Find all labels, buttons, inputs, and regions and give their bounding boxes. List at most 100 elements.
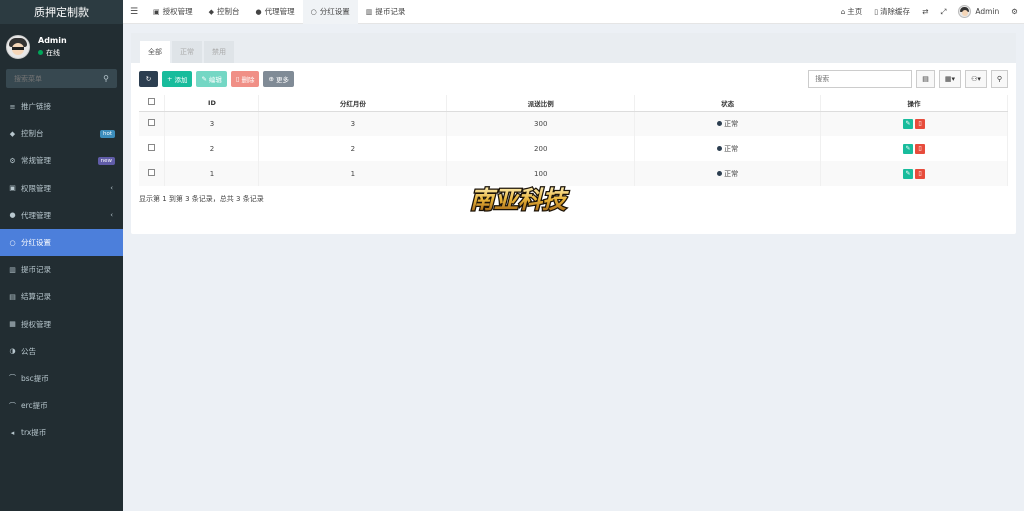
chevron-left-icon: ‹ <box>110 184 113 193</box>
content-panel: 全部 正常 禁用 ↻ +添加 ✎编辑 ▯删除 ⊕更多 ▤ ▦▾ ⚇▾ ⚲ ID … <box>131 33 1016 234</box>
sidebar-item-settlement-records[interactable]: ▤ 结算记录 <box>0 283 123 310</box>
sidebar-item-general-management[interactable]: ⚙ 常规管理 new <box>0 147 123 174</box>
nav-tab-agent[interactable]: ● 代理管理 <box>248 0 303 24</box>
plus-icon: + <box>167 75 173 83</box>
nav-tab-authorization[interactable]: ▣ 授权管理 <box>145 0 201 24</box>
clear-cache-link[interactable]: ▯ 清除缓存 <box>868 6 916 17</box>
sidebar-item-authorization-management[interactable]: ▦ 授权管理 <box>0 311 123 338</box>
export-button[interactable]: ⚇▾ <box>965 70 987 88</box>
settings-gear-icon[interactable]: ⚙ <box>1005 7 1024 16</box>
delete-button[interactable]: ▯ 删除 <box>230 71 260 87</box>
nav-tabs: ▣ 授权管理 ◆ 控制台 ● 代理管理 ○ 分红设置 ▥ 提币记录 <box>145 0 413 24</box>
cell-month: 2 <box>258 136 448 161</box>
agent-icon: ● <box>255 7 262 16</box>
row-checkbox[interactable] <box>148 119 156 127</box>
select-all-checkbox[interactable] <box>148 98 156 106</box>
home-link[interactable]: ⌂ 主页 <box>835 6 868 17</box>
cell-month: 1 <box>258 161 448 186</box>
search-icon: ⚲ <box>996 75 1002 83</box>
admin-menu[interactable]: Admin <box>952 5 1005 18</box>
nav-tab-dashboard[interactable]: ◆ 控制台 <box>201 0 248 24</box>
data-table: ID 分红月份 派送比例 状态 操作 3 3 300 正常 ✎ ▯ 2 2 200… <box>139 95 1008 186</box>
dashboard-icon: ◆ <box>208 7 215 16</box>
trash-icon: ▯ <box>874 7 879 16</box>
toggle-view-button[interactable]: ▤ <box>916 70 935 88</box>
sidebar-item-announcement[interactable]: ◑ 公告 <box>0 338 123 365</box>
col-header-status[interactable]: 状态 <box>634 95 822 112</box>
row-edit-button[interactable]: ✎ <box>903 118 914 129</box>
table-row[interactable]: 3 3 300 正常 ✎ ▯ <box>139 111 1008 136</box>
add-button[interactable]: + 添加 <box>162 71 193 87</box>
col-header-ratio[interactable]: 派送比例 <box>446 95 636 112</box>
withdrawal-records-icon: ▥ <box>9 265 16 274</box>
chevron-left-icon: ‹ <box>110 211 113 220</box>
row-edit-button[interactable]: ✎ <box>903 143 914 154</box>
user-name: Admin <box>38 35 67 45</box>
tab-disabled[interactable]: 禁用 <box>204 41 234 63</box>
tab-all[interactable]: 全部 <box>140 41 170 63</box>
settlement-records-icon: ▤ <box>9 292 16 301</box>
sidebar-item-agent-management[interactable]: ● 代理管理 ‹ <box>0 202 123 229</box>
toolbar: ↻ +添加 ✎编辑 ▯删除 ⊕更多 ▤ ▦▾ ⚇▾ ⚲ <box>131 63 1016 95</box>
table-icon: ▤ <box>922 75 929 83</box>
table-search-input[interactable] <box>808 70 913 88</box>
cell-id: 1 <box>164 161 260 186</box>
columns-button[interactable]: ▦▾ <box>938 70 962 88</box>
avatar <box>6 34 30 59</box>
status-tabs: 全部 正常 禁用 <box>131 33 1016 63</box>
cell-ratio: 200 <box>446 136 636 161</box>
fullscreen-icon[interactable]: ⤢ <box>934 7 952 17</box>
authorization-icon: ▣ <box>153 7 160 16</box>
agent-management-icon: ● <box>9 211 16 220</box>
watermark-logo: 南亚科技 <box>469 184 570 216</box>
col-header-id[interactable]: ID <box>164 95 260 112</box>
tab-normal[interactable]: 正常 <box>172 41 202 63</box>
translate-icon[interactable]: ⇄ <box>916 7 934 16</box>
row-delete-button[interactable]: ▯ <box>915 118 926 129</box>
nav-tab-dividend[interactable]: ○ 分红设置 <box>302 0 358 24</box>
col-header-month[interactable]: 分红月份 <box>258 95 448 112</box>
sidebar-item-label: 授权管理 <box>21 319 51 329</box>
top-nav: ☰ ▣ 授权管理 ◆ 控制台 ● 代理管理 ○ 分红设置 ▥ 提币记录 ⌂ 主页 ▯ 清除缓存 ⇄ ⤢… <box>123 0 1024 24</box>
sidebar-item-label: 控制台 <box>21 129 44 139</box>
dashboard-icon: ◆ <box>9 129 16 138</box>
avatar-small <box>958 5 972 18</box>
menu-badge: hot <box>99 129 115 138</box>
sidebar-search-input[interactable] <box>14 74 94 83</box>
sidebar-item-bsc-withdraw[interactable]: ⌒ bsc提币 <box>0 365 123 392</box>
sidebar-item-trx-withdraw[interactable]: ◂ trx提币 <box>0 419 123 446</box>
sidebar-item-label: 分红设置 <box>21 238 51 248</box>
sidebar-search: ⚲ <box>6 69 117 88</box>
col-header-actions: 操作 <box>820 95 1008 112</box>
sidebar-item-withdrawal-records[interactable]: ▥ 提币记录 <box>0 256 123 283</box>
brand-title: 质押定制款 <box>0 0 123 24</box>
sidebar-item-label: 常规管理 <box>21 156 51 166</box>
sidebar-item-promo-link[interactable]: ≡ 推广链接 <box>0 93 123 120</box>
nav-tab-withdrawal[interactable]: ▥ 提币记录 <box>358 0 414 24</box>
row-checkbox[interactable] <box>148 144 156 151</box>
row-delete-button[interactable]: ▯ <box>915 168 926 179</box>
refresh-icon: ↻ <box>145 75 152 83</box>
status-dot-icon <box>717 121 723 127</box>
sidebar-item-dividend-settings[interactable]: ○ 分红设置 <box>0 228 123 257</box>
sidebar-item-permission-management[interactable]: ▣ 权限管理 ‹ <box>0 175 123 202</box>
svg-text:南亚科技: 南亚科技 <box>470 185 569 214</box>
row-edit-button[interactable]: ✎ <box>903 168 914 179</box>
refresh-button[interactable]: ↻ <box>139 71 158 87</box>
search-icon[interactable]: ⚲ <box>103 74 109 83</box>
more-button[interactable]: ⊕ 更多 <box>263 71 294 87</box>
row-checkbox[interactable] <box>148 169 156 176</box>
table-row[interactable]: 2 2 200 正常 ✎ ▯ <box>139 136 1008 161</box>
sidebar-item-dashboard[interactable]: ◆ 控制台 hot <box>0 120 123 147</box>
more-icon: ⊕ <box>268 75 274 83</box>
sidebar: 质押定制款 Admin 在线 ⚲ ≡ 推广链接 ◆ 控制台 hot ⚙ 常规管理 new ▣ 权限… <box>0 0 123 511</box>
table-row[interactable]: 1 1 100 正常 ✎ ▯ <box>139 161 1008 186</box>
grid-icon: ▦▾ <box>944 75 956 83</box>
advanced-search-button[interactable]: ⚲ <box>990 70 1008 88</box>
row-delete-button[interactable]: ▯ <box>915 143 926 154</box>
edit-button[interactable]: ✎ 编辑 <box>196 71 227 87</box>
user-status: 在线 <box>38 48 67 58</box>
sidebar-item-label: 代理管理 <box>21 210 51 220</box>
menu-toggle-icon[interactable]: ☰ <box>123 7 145 17</box>
sidebar-item-erc-withdraw[interactable]: ⌒ erc提币 <box>0 392 123 419</box>
